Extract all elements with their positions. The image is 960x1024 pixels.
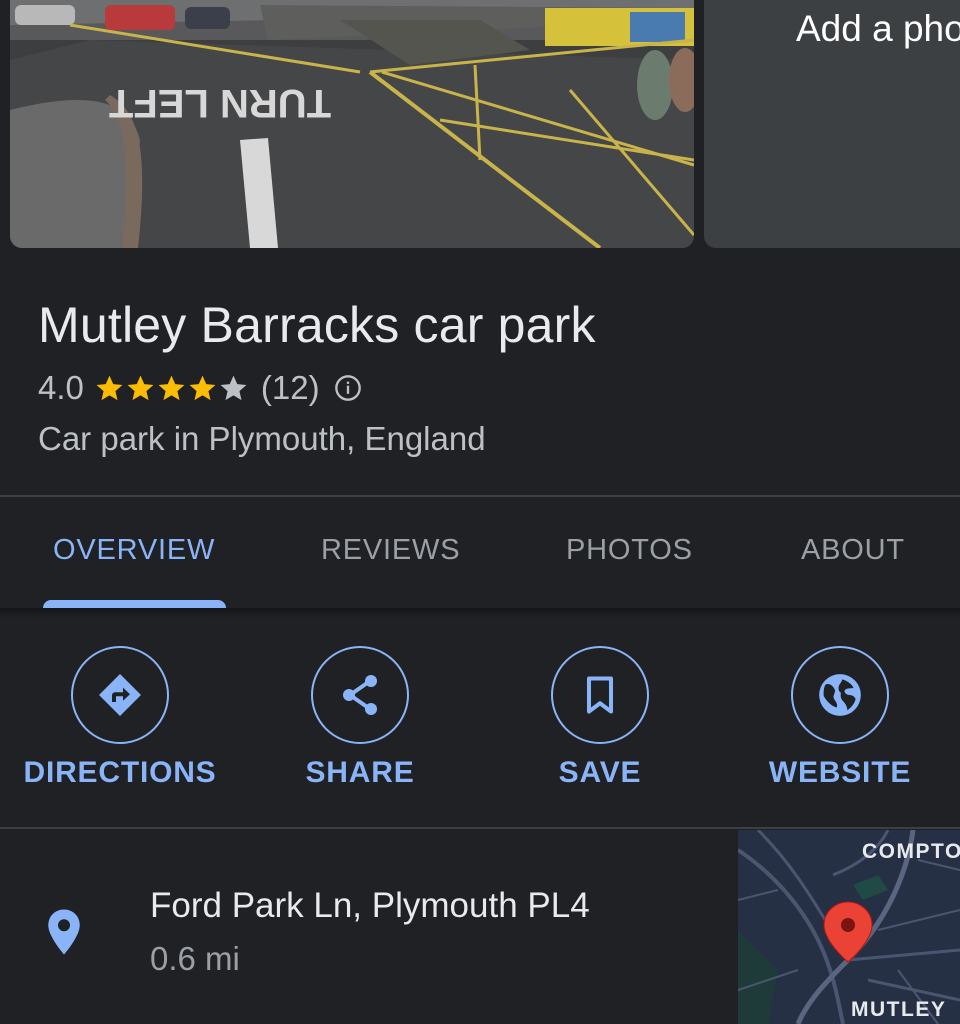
tab-overview[interactable]: OVERVIEW <box>53 534 215 567</box>
directions-icon <box>99 674 141 716</box>
active-tab-indicator <box>43 600 226 608</box>
tab-reviews[interactable]: REVIEWS <box>321 534 460 567</box>
rating-row[interactable]: 4.0 (12) <box>38 364 362 412</box>
directions-label: DIRECTIONS <box>23 756 217 789</box>
info-icon[interactable] <box>334 374 362 402</box>
distance-text: 0.6 mi <box>150 940 240 977</box>
share-icon <box>343 675 377 715</box>
rating-value: 4.0 <box>38 369 84 406</box>
tab-photos[interactable]: PHOTOS <box>566 534 693 567</box>
road-marking-text: TURN LEFT <box>109 81 331 125</box>
directions-button-circle <box>71 646 169 744</box>
photo-strip: TURN LEFT Add a pho <box>0 0 960 250</box>
review-count: (12) <box>260 369 320 406</box>
website-button-circle <box>791 646 889 744</box>
street-view-image: TURN LEFT <box>10 0 694 248</box>
address-text: Ford Park Ln, Plymouth PL4 <box>150 886 590 925</box>
star-filled-icon <box>96 375 123 400</box>
star-filled-icon <box>158 375 185 400</box>
place-title: Mutley Barracks car park <box>38 297 596 353</box>
star-empty-icon <box>220 375 247 400</box>
header-divider <box>0 495 960 497</box>
star-filled-icon <box>127 375 154 400</box>
directions-button[interactable]: DIRECTIONS <box>0 646 240 796</box>
add-photo-label: Add a pho <box>796 8 960 49</box>
share-button[interactable]: SHARE <box>240 646 480 796</box>
tab-bar: OVERVIEW REVIEWS PHOTOS ABOUT <box>0 498 960 608</box>
save-button[interactable]: SAVE <box>480 646 720 796</box>
globe-icon <box>819 674 861 716</box>
save-button-circle <box>551 646 649 744</box>
map-label-compton: COMPTO <box>862 840 960 863</box>
map-label-mutley: MUTLEY <box>851 998 947 1021</box>
tab-bar-shadow <box>0 608 960 618</box>
share-label: SHARE <box>305 756 415 789</box>
place-category: Car park in Plymouth, England <box>38 420 486 457</box>
star-rating <box>94 373 249 404</box>
website-button[interactable]: WEBSITE <box>720 646 960 796</box>
add-photo-tile[interactable]: Add a pho <box>704 0 960 248</box>
share-button-circle <box>311 646 409 744</box>
actions-divider <box>0 827 960 829</box>
website-label: WEBSITE <box>768 756 912 789</box>
save-label: SAVE <box>558 756 642 789</box>
mini-map[interactable]: COMPTO MUTLEY <box>738 830 960 1024</box>
bookmark-icon <box>586 676 614 714</box>
star-filled-icon <box>189 375 216 400</box>
street-view-photo[interactable]: TURN LEFT <box>10 0 694 248</box>
location-pin-icon <box>46 908 82 961</box>
tab-about[interactable]: ABOUT <box>801 534 905 567</box>
address-row[interactable]: Ford Park Ln, Plymouth PL4 0.6 mi <box>0 830 736 1024</box>
